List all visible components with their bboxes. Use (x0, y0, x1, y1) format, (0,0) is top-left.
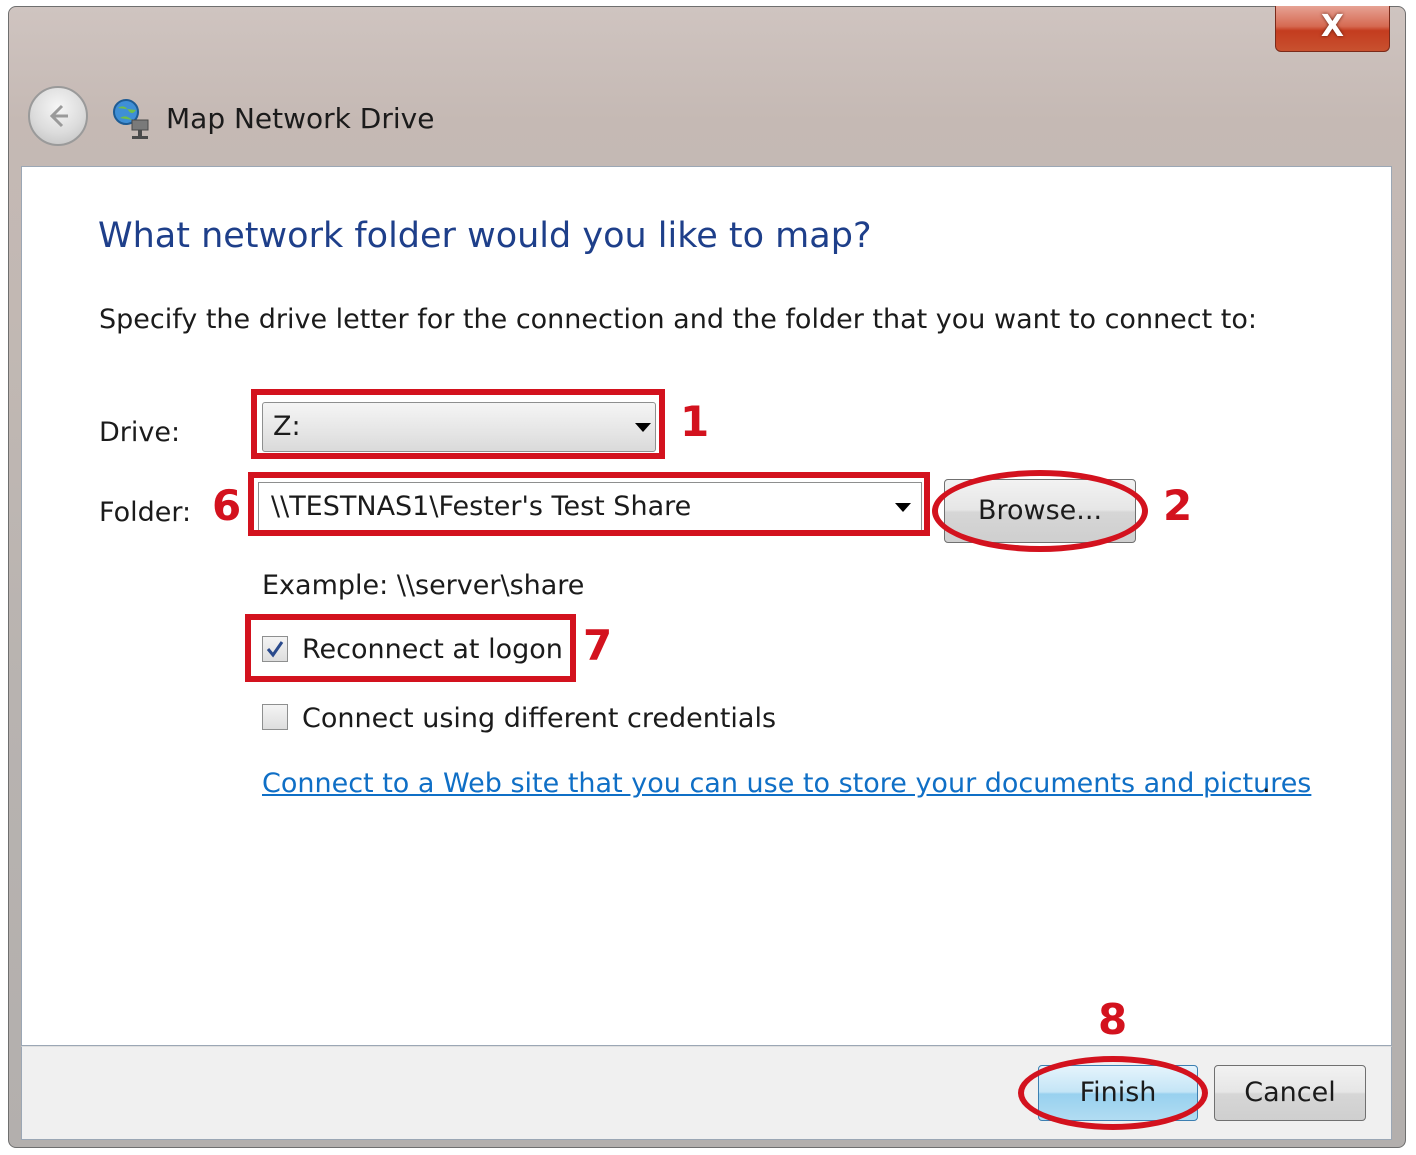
window-title: Map Network Drive (166, 102, 435, 135)
annotation-number-2: 2 (1163, 481, 1193, 530)
example-text: Example: \\server\share (262, 570, 585, 601)
folder-label: Folder: (99, 497, 192, 528)
annotation-drive-box (251, 389, 665, 459)
cancel-button[interactable]: Cancel (1214, 1065, 1366, 1121)
annotation-reconnect-box (245, 614, 576, 682)
back-arrow-icon (49, 104, 68, 128)
instruction-text: Specify the drive letter for the connect… (99, 304, 1258, 335)
annotation-finish-ellipse (1018, 1056, 1208, 1130)
content-panel (21, 166, 1392, 1046)
page-heading: What network folder would you like to ma… (98, 216, 872, 256)
annotation-number-7: 7 (583, 621, 613, 670)
annotation-number-1: 1 (680, 397, 710, 446)
close-icon[interactable]: X (1276, 10, 1389, 44)
web-site-link[interactable]: Connect to a Web site that you can use t… (262, 766, 1311, 802)
drive-label: Drive: (99, 417, 181, 448)
network-drive-icon (113, 99, 149, 139)
back-button[interactable] (28, 86, 88, 146)
annotation-number-8: 8 (1098, 995, 1128, 1044)
annotation-number-6: 6 (212, 481, 242, 530)
link-period: . (1262, 768, 1271, 799)
cancel-label: Cancel (1244, 1077, 1336, 1108)
credentials-label[interactable]: Connect using different credentials (302, 701, 776, 737)
annotation-browse-ellipse (932, 470, 1148, 552)
annotation-folder-box (248, 472, 930, 536)
credentials-checkbox[interactable] (262, 704, 288, 730)
close-button[interactable]: X (1275, 6, 1390, 52)
